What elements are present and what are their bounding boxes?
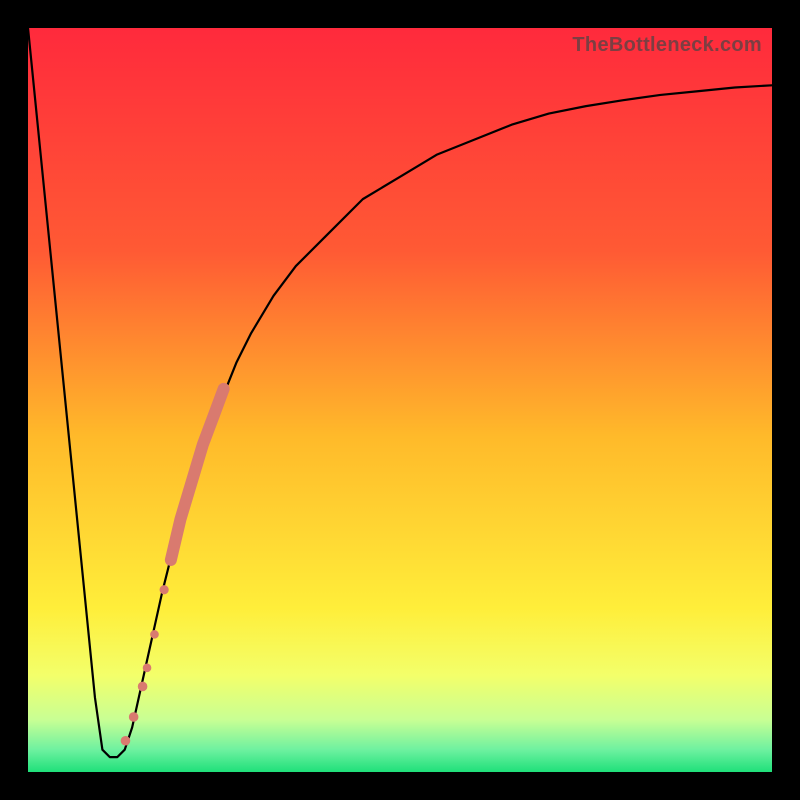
marker-dot	[143, 664, 152, 673]
marker-dot	[129, 712, 139, 722]
gradient-background	[28, 28, 772, 772]
plot-area: TheBottleneck.com	[28, 28, 772, 772]
marker-dot	[138, 682, 148, 692]
marker-dot	[150, 630, 159, 639]
marker-dot	[121, 736, 131, 746]
marker-dot	[166, 555, 175, 564]
marker-dot	[160, 585, 169, 594]
chart-stage: TheBottleneck.com	[0, 0, 800, 800]
chart-svg	[28, 28, 772, 772]
